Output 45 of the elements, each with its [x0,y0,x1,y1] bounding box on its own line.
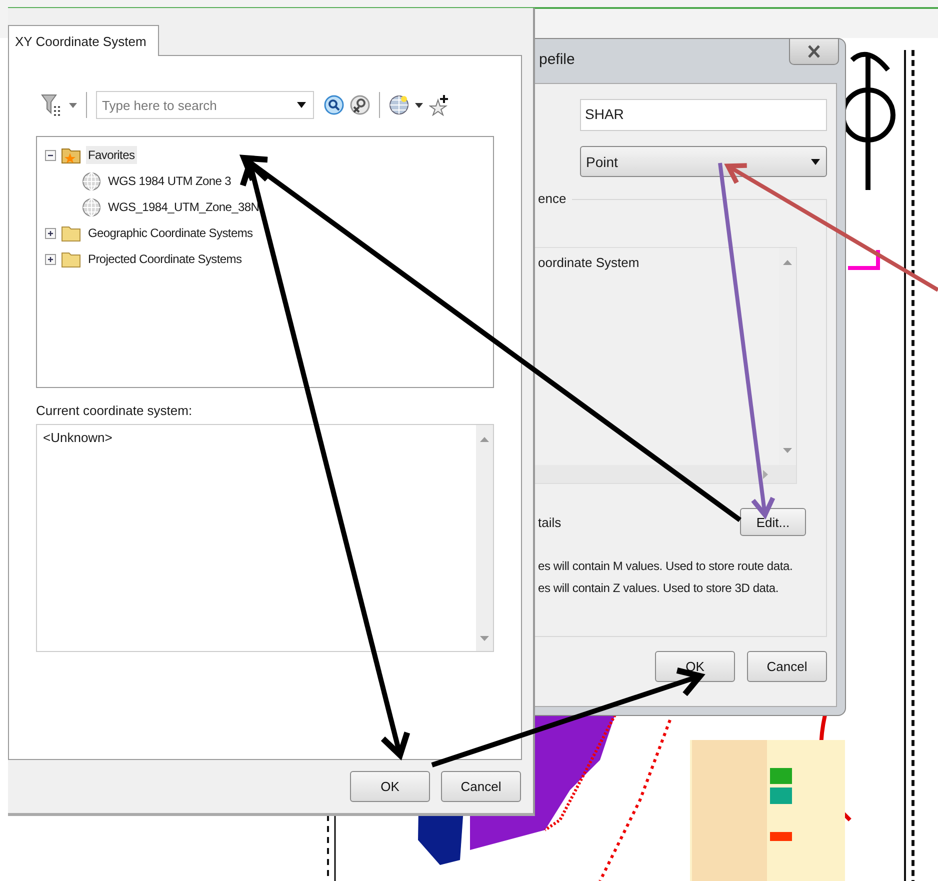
folder-icon [61,224,81,242]
clear-search-icon[interactable] [350,95,370,115]
star-folder-icon [61,146,81,164]
coordinate-system-value: <Unknown> [42,429,114,447]
ok-button[interactable]: OK [655,651,735,682]
filter-icon[interactable] [41,93,63,117]
expander-icon[interactable] [45,228,56,238]
checkbox-label: es will contain M values. Used to store route data. [538,559,794,573]
search-icon[interactable] [324,95,344,115]
caret-icon[interactable] [415,102,423,108]
field-label: Current coordinate system: [36,403,194,418]
scrollbar[interactable] [476,425,493,651]
feature-type-dropdown[interactable]: Point [580,146,827,177]
tree-item[interactable]: Geographic Coordinate Systems [86,224,255,242]
edit-button[interactable]: Edit... [740,508,806,536]
tab[interactable]: XY Coordinate System [8,25,160,56]
cancel-button[interactable]: Cancel [747,651,827,682]
tree-item[interactable]: Projected Coordinate Systems [86,250,244,268]
globe-icon [82,198,101,216]
tree-item[interactable]: Favorites [86,146,137,164]
scroll-down-icon [783,448,792,453]
scroll-right-icon [763,470,768,478]
folder-icon [61,250,81,268]
globe-icon[interactable] [389,95,409,115]
scroll-up-icon [480,437,489,442]
globe-icon [82,172,101,190]
expander-icon[interactable] [45,254,56,264]
caret-icon[interactable] [297,102,306,108]
scroll-down-icon [480,636,489,641]
cancel-button[interactable]: Cancel [441,771,521,802]
add-favorite-icon[interactable] [429,94,449,116]
tree-item[interactable]: WGS_1984_UTM_Zone_38N [106,198,262,216]
scroll-up-icon [783,260,792,265]
expander-icon[interactable] [45,150,56,160]
checkbox-label: es will contain Z values. Used to store 3D data. [538,581,780,595]
search-field[interactable]: Type here to search [96,91,314,119]
caret-icon [811,158,820,164]
close-button[interactable] [789,39,839,65]
ok-button[interactable]: OK [350,771,430,802]
close-icon [807,45,821,58]
tree-item[interactable]: WGS 1984 UTM Zone 3 [106,172,234,190]
description-text: oordinate System [537,254,640,272]
window-title: pefile [539,51,575,68]
name-field[interactable]: SHAR [580,99,827,131]
details-label: tails [538,514,562,530]
